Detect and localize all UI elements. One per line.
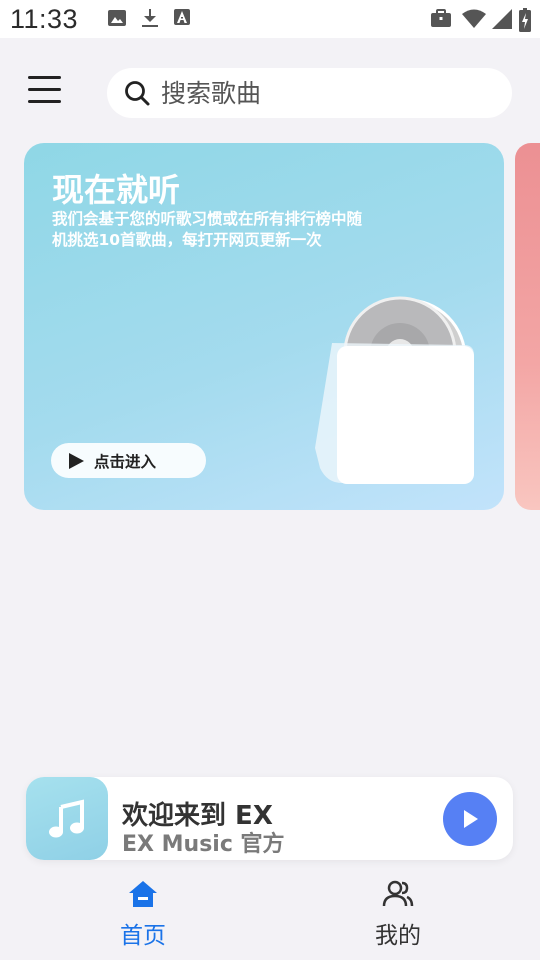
music-note-icon: [49, 798, 84, 837]
briefcase-icon: [431, 9, 451, 27]
image-icon: [108, 10, 126, 26]
banner-card-next[interactable]: [515, 143, 540, 510]
status-time: 11:33: [10, 4, 79, 34]
wifi-icon: [462, 9, 486, 28]
banner-description: 我们会基于您的听歌习惯或在所有排行榜中随机挑选10首歌曲，每打开网页更新一次: [52, 210, 363, 249]
signal-icon: [492, 9, 512, 29]
search-bar[interactable]: [107, 68, 512, 118]
nav-home[interactable]: 首页: [103, 878, 183, 949]
nav-profile[interactable]: 我的: [358, 878, 438, 949]
enter-button-label: 点击进入: [94, 452, 157, 471]
download-icon: [142, 9, 158, 27]
track-artist: EX Music 官方: [122, 832, 285, 857]
hamburger-icon: [28, 76, 61, 79]
album-bag-illustration: [315, 296, 474, 484]
enter-button[interactable]: 点击进入: [51, 443, 206, 478]
font-icon: [174, 9, 190, 25]
search-input[interactable]: [161, 78, 481, 108]
banner-card[interactable]: 现在就听 我们会基于您的听歌习惯或在所有排行榜中随机挑选10首歌曲，每打开网页更…: [24, 143, 504, 510]
play-icon: [464, 810, 478, 828]
nav-home-label: 首页: [120, 923, 166, 949]
album-art: [26, 777, 108, 860]
search-icon: [125, 81, 150, 106]
play-icon: [69, 452, 84, 469]
nav-profile-label: 我的: [375, 923, 421, 949]
home-icon: [129, 881, 157, 907]
banner-title: 现在就听: [52, 171, 181, 209]
menu-button[interactable]: [28, 76, 64, 108]
play-button[interactable]: [443, 792, 497, 846]
profile-icon: [382, 880, 414, 907]
battery-icon: [519, 8, 531, 32]
mini-player[interactable]: 欢迎来到 EX EX Music 官方: [26, 777, 513, 860]
status-bar: 11:33: [0, 0, 540, 38]
